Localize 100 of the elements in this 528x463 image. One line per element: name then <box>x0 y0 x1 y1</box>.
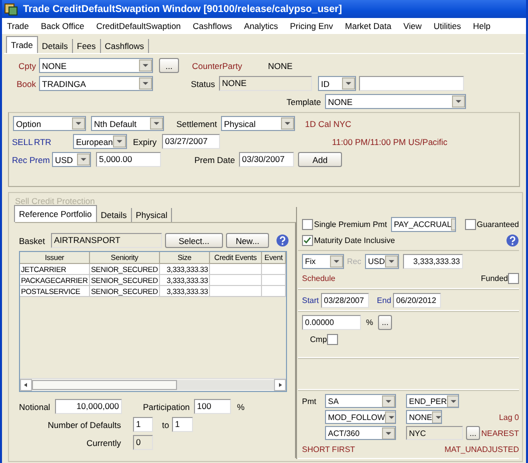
field-label: Participation <box>143 402 191 412</box>
id-type-dropdown[interactable]: ID <box>318 76 356 91</box>
holiday-dropdown[interactable]: NONE <box>406 410 442 424</box>
checkbox-label: Single Premium Pmt <box>314 220 387 229</box>
field-label: Number of Defaults <box>46 420 122 430</box>
checkbox-label: Funded <box>480 274 508 283</box>
day-count-dropdown[interactable]: ACT/360 <box>325 426 396 440</box>
table-cell <box>262 286 286 297</box>
trade-code-label: RTR <box>34 136 52 146</box>
field-label: Currently <box>86 438 122 448</box>
participation-field[interactable]: 100 <box>194 399 231 414</box>
window-title: Trade CreditDefaultSwaption Window [90100/release/calypso_user] <box>23 4 342 14</box>
menu-item[interactable]: Market Data <box>345 21 392 31</box>
menu-item[interactable]: Pricing Env <box>290 21 334 31</box>
direction-label: SELL <box>12 136 34 146</box>
select-button[interactable]: Select... <box>165 233 223 248</box>
more-button[interactable]: ... <box>159 58 179 73</box>
scroll-right-icon[interactable] <box>274 379 286 391</box>
menu-item[interactable]: Analytics <box>244 21 278 31</box>
end-date-field[interactable]: 06/20/2012 <box>393 292 442 308</box>
field-label: Template <box>286 96 322 106</box>
checkbox[interactable] <box>508 272 519 284</box>
more-button[interactable]: ... <box>466 426 480 440</box>
unit-label: % <box>237 402 245 412</box>
checkbox-label: Guaranteed <box>476 220 519 229</box>
menu-item[interactable]: Back Office <box>40 21 84 31</box>
help-icon[interactable] <box>506 234 519 248</box>
field-label: Pmt <box>302 396 318 406</box>
basket-type-dropdown[interactable]: Nth Default <box>91 116 164 131</box>
defaults-from-field[interactable]: 1 <box>133 417 153 432</box>
menu-item[interactable]: Help <box>473 21 490 31</box>
product-type-dropdown[interactable]: Option <box>13 116 86 131</box>
counterparty-value: NONE <box>268 60 293 70</box>
new-button[interactable]: New... <box>226 233 269 248</box>
book-dropdown[interactable]: TRADINGA <box>39 76 153 91</box>
field-label: Settlement <box>176 118 218 128</box>
notional-field[interactable]: 10,000,000 <box>55 399 122 414</box>
frequency-dropdown[interactable]: SA <box>325 394 396 408</box>
rounding-label: NEAREST <box>481 428 519 438</box>
field-label: Start <box>302 296 319 305</box>
stub-label: SHORT FIRST <box>302 444 356 454</box>
cpty-dropdown[interactable]: NONE <box>39 58 153 73</box>
table-cell <box>210 275 262 286</box>
checkbox[interactable] <box>302 219 313 230</box>
field-label: End <box>376 296 392 305</box>
rate-field[interactable]: 0.00000 <box>302 314 361 330</box>
settlement-dropdown[interactable]: Physical <box>221 116 295 131</box>
menu-item[interactable]: Cashflows <box>192 21 232 31</box>
horizontal-scrollbar[interactable] <box>20 378 286 391</box>
scroll-left-icon[interactable] <box>20 379 32 391</box>
table-cell <box>210 286 262 297</box>
group-title: Sell Credit Protection <box>15 195 96 207</box>
table-cell <box>262 264 286 275</box>
field-label: Expiry <box>133 136 158 146</box>
currency-dropdown[interactable]: USD <box>365 254 399 269</box>
menu-item[interactable]: CreditDefaultSwaption <box>96 21 181 31</box>
menu-item[interactable]: Utilities <box>434 21 461 31</box>
checkbox[interactable] <box>302 235 313 246</box>
start-date-field[interactable]: 03/28/2007 <box>320 292 369 308</box>
checkbox-label: Maturity Date Inclusive <box>314 236 395 246</box>
expiry-time-label: 11:00 PM/11:00 PM US/Pacific <box>332 136 448 146</box>
menu-item[interactable]: View <box>403 21 422 31</box>
basket-field: AIRTRANSPORT <box>51 233 162 248</box>
currently-field: 0 <box>133 435 153 450</box>
add-button[interactable]: Add <box>298 152 342 167</box>
dropdown-arrow-icon <box>382 427 395 439</box>
field-label: Basket <box>19 236 46 246</box>
amount-field[interactable]: 3,333,333.33 <box>403 254 463 269</box>
lag-label: Lag 0 <box>498 412 519 422</box>
table-cell <box>262 275 286 286</box>
menu-item[interactable]: Trade <box>7 21 29 31</box>
dropdown-arrow-icon <box>384 411 395 423</box>
accrual-dropdown[interactable]: PAY_ACCRUAL <box>390 217 456 232</box>
unit-label: % <box>366 318 374 327</box>
checkbox[interactable] <box>326 334 338 345</box>
table-cell <box>210 264 262 275</box>
more-button[interactable]: ... <box>378 314 392 330</box>
help-icon[interactable] <box>276 234 289 247</box>
exercise-dropdown[interactable]: European <box>73 134 127 149</box>
calendar-field: NYC <box>406 426 463 440</box>
roll-dropdown[interactable]: MOD_FOLLOW <box>325 410 396 424</box>
premium-amount-field[interactable]: 5,000.00 <box>96 152 161 167</box>
prem-date-field[interactable]: 03/30/2007 <box>239 152 294 167</box>
checkbox[interactable] <box>464 219 476 230</box>
checkbox-label: Cmp <box>310 334 327 344</box>
field-label: Cpty <box>18 60 37 70</box>
tab[interactable]: Reference Portfolio <box>14 205 97 222</box>
field-label: Rec <box>347 256 362 266</box>
defaults-to-field[interactable]: 1 <box>172 417 193 432</box>
rate-type-dropdown[interactable]: Fix <box>302 254 344 269</box>
template-dropdown[interactable]: NONE <box>325 94 466 109</box>
currency-dropdown[interactable]: USD <box>52 152 91 167</box>
id-input[interactable] <box>359 76 464 91</box>
tab[interactable]: Trade <box>6 36 38 53</box>
app-icon <box>4 2 18 16</box>
expiry-field[interactable]: 03/27/2007 <box>162 134 220 149</box>
period-dropdown[interactable]: END_PER <box>406 394 459 408</box>
schedule-label: Schedule <box>302 274 336 283</box>
field-label: Status <box>190 78 216 88</box>
dropdown-arrow-icon <box>382 395 395 407</box>
